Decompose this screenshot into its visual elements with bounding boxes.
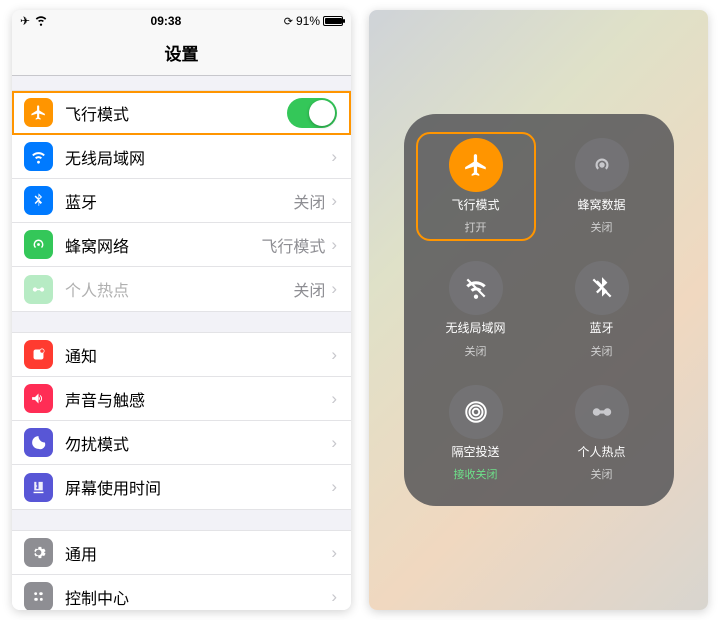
cc-wifi[interactable]: 无线局域网 关闭 xyxy=(422,261,530,359)
cc-sub: 关闭 xyxy=(591,466,613,482)
bluetooth-off-icon xyxy=(575,261,629,315)
row-wifi[interactable]: 无线局域网 › xyxy=(12,135,351,179)
row-sound[interactable]: 声音与触感 › xyxy=(12,377,351,421)
chevron-right-icon: › xyxy=(331,279,337,299)
airdrop-icon xyxy=(449,385,503,439)
cc-label: 蜂窝数据 xyxy=(577,198,625,214)
dnd-icon xyxy=(24,428,53,457)
row-value: 飞行模式 xyxy=(261,233,325,257)
cc-label: 个人热点 xyxy=(577,445,625,461)
wifi-icon xyxy=(24,142,53,171)
cellular-icon xyxy=(575,138,629,192)
connectivity-panel: 飞行模式 打开 蜂窝数据 关闭 无线局域网 关闭 蓝牙 关闭 隔空投送 接收关闭… xyxy=(404,114,674,507)
hotspot-icon xyxy=(24,275,53,304)
chevron-right-icon: › xyxy=(331,433,337,453)
chevron-right-icon: › xyxy=(331,587,337,607)
cc-label: 无线局域网 xyxy=(445,321,505,337)
bluetooth-icon xyxy=(24,186,53,215)
row-label: 飞行模式 xyxy=(65,101,287,125)
cc-airdrop[interactable]: 隔空投送 接收关闭 xyxy=(422,385,530,483)
cellular-icon xyxy=(24,230,53,259)
airplane-icon xyxy=(24,98,53,127)
row-label: 声音与触感 xyxy=(65,387,331,411)
row-hotspot: 个人热点 关闭 › xyxy=(12,267,351,311)
row-label: 控制中心 xyxy=(65,585,331,609)
cc-label: 隔空投送 xyxy=(451,445,499,461)
page-title: 设置 xyxy=(12,32,351,76)
cc-sub: 关闭 xyxy=(465,343,487,359)
row-bluetooth[interactable]: 蓝牙 关闭 › xyxy=(12,179,351,223)
cc-sub: 关闭 xyxy=(591,219,613,235)
chevron-right-icon: › xyxy=(331,191,337,211)
settings-group-network: 飞行模式 无线局域网 › 蓝牙 关闭 › 蜂窝网络 飞行模式 › xyxy=(12,90,351,312)
screentime-icon xyxy=(24,473,53,502)
row-label: 无线局域网 xyxy=(65,145,331,169)
cc-cellular[interactable]: 蜂窝数据 关闭 xyxy=(548,138,656,236)
battery-pct: 91% xyxy=(296,14,320,28)
row-label: 个人热点 xyxy=(65,277,293,301)
cc-hotspot[interactable]: 个人热点 关闭 xyxy=(548,385,656,483)
cc-sub: 打开 xyxy=(465,219,487,235)
gear-icon xyxy=(24,538,53,567)
status-bar: ✈︎ 09:38 ⟳ 91% xyxy=(12,10,351,32)
cc-sub: 接收关闭 xyxy=(454,466,498,482)
cc-label: 蓝牙 xyxy=(589,321,613,337)
row-value: 关闭 xyxy=(293,189,325,213)
row-label: 屏幕使用时间 xyxy=(65,475,331,499)
battery-icon xyxy=(323,16,343,26)
row-label: 通用 xyxy=(65,541,331,565)
row-label: 勿扰模式 xyxy=(65,431,331,455)
cc-sub: 关闭 xyxy=(591,343,613,359)
cc-bluetooth[interactable]: 蓝牙 关闭 xyxy=(548,261,656,359)
row-control-center[interactable]: 控制中心 › xyxy=(12,575,351,610)
notification-icon xyxy=(24,340,53,369)
settings-group-notif: 通知 › 声音与触感 › 勿扰模式 › 屏幕使用时间 › xyxy=(12,332,351,510)
wifi-off-icon xyxy=(449,261,503,315)
row-cellular[interactable]: 蜂窝网络 飞行模式 › xyxy=(12,223,351,267)
settings-screen: ✈︎ 09:38 ⟳ 91% 设置 飞行模式 无线局域网 › xyxy=(12,10,351,610)
cc-label: 飞行模式 xyxy=(451,198,499,214)
chevron-right-icon: › xyxy=(331,543,337,563)
chevron-right-icon: › xyxy=(331,477,337,497)
clock: 09:38 xyxy=(48,14,284,28)
control-center-screen: 飞行模式 打开 蜂窝数据 关闭 无线局域网 关闭 蓝牙 关闭 隔空投送 接收关闭… xyxy=(369,10,708,610)
orientation-lock-icon: ⟳ xyxy=(284,15,293,28)
row-label: 蓝牙 xyxy=(65,189,293,213)
chevron-right-icon: › xyxy=(331,235,337,255)
settings-group-general: 通用 › 控制中心 › AA 显示与亮度 › 辅助功能 › xyxy=(12,530,351,610)
control-center-icon xyxy=(24,582,53,610)
chevron-right-icon: › xyxy=(331,345,337,365)
row-notifications[interactable]: 通知 › xyxy=(12,333,351,377)
row-dnd[interactable]: 勿扰模式 › xyxy=(12,421,351,465)
row-general[interactable]: 通用 › xyxy=(12,531,351,575)
chevron-right-icon: › xyxy=(331,147,337,167)
row-value: 关闭 xyxy=(293,277,325,301)
row-label: 通知 xyxy=(65,343,331,367)
wifi-icon xyxy=(34,13,48,30)
cc-airplane-mode[interactable]: 飞行模式 打开 xyxy=(422,138,530,236)
settings-list: 飞行模式 无线局域网 › 蓝牙 关闭 › 蜂窝网络 飞行模式 › xyxy=(12,76,351,610)
row-airplane-mode[interactable]: 飞行模式 xyxy=(12,91,351,135)
row-screentime[interactable]: 屏幕使用时间 › xyxy=(12,465,351,509)
hotspot-icon xyxy=(575,385,629,439)
airplane-icon: ✈︎ xyxy=(20,14,30,28)
chevron-right-icon: › xyxy=(331,389,337,409)
row-label: 蜂窝网络 xyxy=(65,233,261,257)
airplane-icon xyxy=(449,138,503,192)
sound-icon xyxy=(24,384,53,413)
airplane-toggle[interactable] xyxy=(287,98,337,128)
